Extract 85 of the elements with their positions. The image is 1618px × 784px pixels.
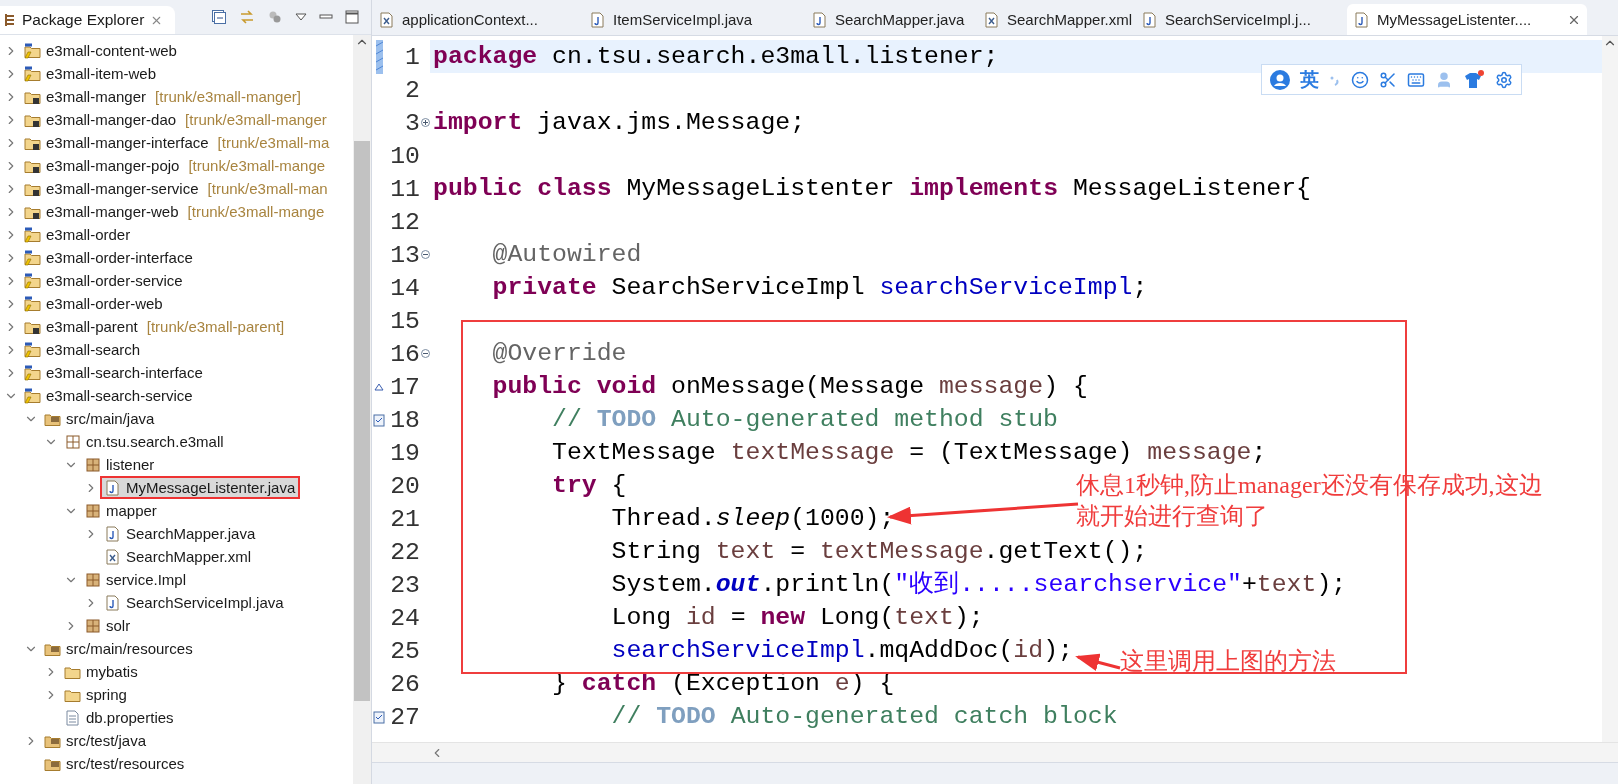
tree-item[interactable]: solr (80, 614, 136, 637)
line-number: 23 (389, 570, 420, 599)
code-line: @Autowired (491, 239, 642, 270)
tree-item[interactable]: e3mall-manger-interface (20, 131, 214, 154)
view-tab[interactable]: Package Explorer (0, 6, 176, 34)
line-number: 25 (389, 636, 420, 665)
line-number: 17 (389, 372, 420, 401)
tree-item[interactable]: cn.tsu.search.e3mall (60, 430, 229, 453)
code-line: String text = textMessage.getText(); (610, 536, 1148, 567)
code-line: private SearchServiceImpl searchServiceImpl; (491, 272, 1148, 303)
tree-item[interactable]: e3mall-item-web (20, 62, 162, 85)
tree-item[interactable]: db.properties (60, 706, 179, 729)
tree-item[interactable]: e3mall-order-interface (20, 246, 198, 269)
repository-path: [trunk/e3mall-mange (187, 203, 325, 220)
tree-item[interactable]: src/main/resources (40, 637, 198, 660)
tree-item[interactable]: e3mall-manger-web (20, 200, 184, 223)
code-line: // TODO Auto-generated catch block (610, 701, 1118, 732)
code-line: System.out.println("收到.....searchservice"+text); (610, 569, 1347, 600)
tree-item[interactable]: src/main/java (40, 407, 160, 430)
tree-item[interactable]: e3mall-search-service (20, 384, 198, 407)
code-line: @Override (491, 338, 627, 369)
repository-path: [trunk/e3mall-manger (185, 111, 327, 128)
tree-item[interactable]: e3mall-search-interface (20, 361, 208, 384)
line-number: 26 (389, 669, 420, 698)
tree-item[interactable]: spring (60, 683, 132, 706)
tree-item[interactable]: SearchMapper.java (100, 522, 261, 545)
tree-item[interactable]: src/test/java (40, 729, 152, 752)
editor-tab[interactable]: SearchMapper.java (805, 4, 977, 35)
code-line: Thread.sleep(1000); (610, 503, 895, 534)
tree-item[interactable]: e3mall-search (20, 338, 146, 361)
tree-item[interactable]: e3mall-manger-pojo (20, 154, 185, 177)
tree-item[interactable]: e3mall-manger (20, 85, 152, 108)
tree-item[interactable]: e3mall-order (20, 223, 136, 246)
repository-path: [trunk/e3mall-ma (217, 134, 330, 151)
editor-tab[interactable]: SearchMapper.xml (977, 4, 1135, 35)
language-toggle[interactable]: 英 (1300, 66, 1319, 93)
annotation-note: 这里调用上图的方法 (1120, 647, 1336, 676)
tree-item[interactable]: e3mall-manger-dao (20, 108, 182, 131)
tree-item[interactable]: SearchServiceImpl.java (100, 591, 289, 614)
line-number: 18 (389, 405, 420, 434)
line-number: 16 (389, 339, 420, 368)
line-number: 19 (389, 438, 420, 467)
tree-item[interactable]: e3mall-manger-service (20, 177, 204, 200)
tree-item[interactable]: e3mall-order-web (20, 292, 168, 315)
line-number: 27 (389, 702, 420, 731)
code-line: import javax.jms.Message; (433, 107, 806, 138)
code-line: searchServiceImpl.mqAddDoc(id); (610, 635, 1073, 666)
line-number: 22 (389, 537, 420, 566)
line-number: 15 (389, 306, 420, 335)
line-number: 14 (389, 273, 420, 302)
line-number: 13 (389, 240, 420, 269)
tree-item[interactable]: e3mall-content-web (20, 39, 182, 62)
repository-path: [trunk/e3mall-man (207, 180, 328, 197)
code-line: public void onMessage(Message message) { (491, 371, 1088, 402)
code-line: try { (551, 470, 627, 501)
repository-path: [trunk/e3mall-manger] (155, 88, 301, 105)
tree-item[interactable]: mapper (80, 499, 162, 522)
code-line: package cn.tsu.search.e3mall.listener; (433, 41, 999, 72)
tree-item[interactable]: e3mall-order-service (20, 269, 188, 292)
tree-item[interactable]: MyMessageListenter.java (100, 476, 301, 499)
line-number: 20 (389, 471, 420, 500)
editor-tab[interactable]: ItemServiceImpl.java (583, 4, 805, 35)
line-number: 11 (389, 174, 420, 203)
line-number: 12 (389, 207, 420, 236)
repository-path: [trunk/e3mall-parent] (146, 318, 285, 335)
editor-tab[interactable]: SearchServiceImpl.j... (1135, 4, 1347, 35)
tree-item[interactable]: service.Impl (80, 568, 192, 591)
code-line: Long id = new Long(text); (610, 602, 984, 633)
editor-tab[interactable]: applicationContext... (372, 4, 583, 35)
line-number: 21 (389, 504, 420, 533)
code-line: // TODO Auto-generated method stub (551, 404, 1058, 435)
line-number: 10 (389, 141, 420, 170)
code-line: TextMessage textMessage = (TextMessage) message; (551, 437, 1267, 468)
tree-item[interactable]: SearchMapper.xml (100, 545, 257, 568)
tree-item[interactable]: listener (80, 453, 160, 476)
line-number: 3 (404, 108, 420, 137)
repository-path: [trunk/e3mall-mange (188, 157, 326, 174)
tree-item[interactable]: e3mall-parent (20, 315, 143, 338)
tree-item[interactable]: mybatis (60, 660, 143, 683)
code-line: public class MyMessageListenter implements MessageListener{ (433, 173, 1311, 204)
line-number: 1 (404, 42, 420, 71)
line-number: 24 (389, 603, 420, 632)
line-number: 2 (404, 75, 420, 104)
tree-item[interactable]: src/test/resources (40, 752, 190, 775)
editor-tab[interactable]: MyMessageListenter.... (1347, 4, 1587, 35)
